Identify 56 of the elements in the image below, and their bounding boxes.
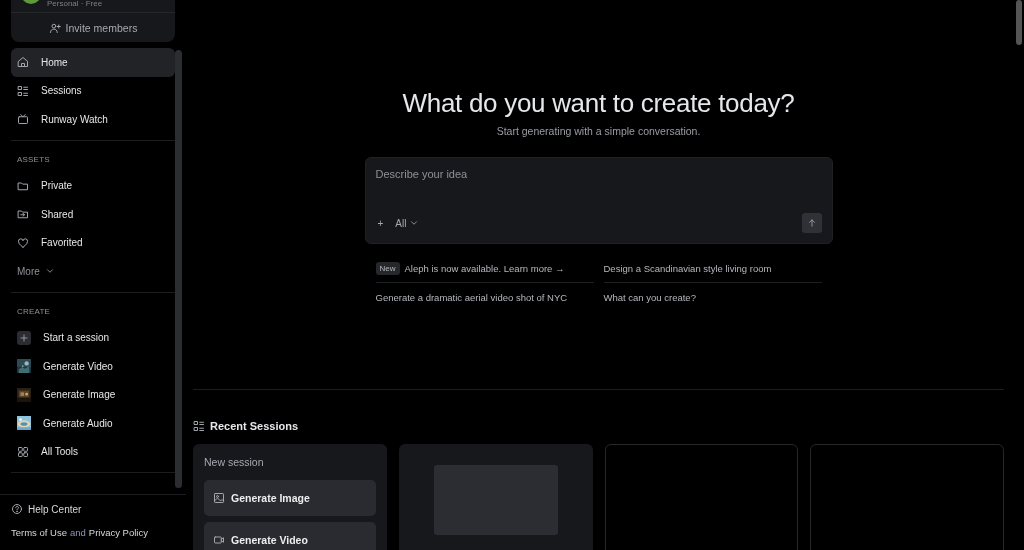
conjunction-text: and xyxy=(69,527,86,538)
help-icon xyxy=(11,503,23,515)
add-button[interactable]: + xyxy=(375,217,386,229)
filter-dropdown[interactable]: All xyxy=(393,217,422,229)
prompt-field[interactable]: Describe your idea xyxy=(375,158,822,207)
page-title: What do you want to create today? xyxy=(402,88,795,119)
generate-button[interactable]: Generate Video xyxy=(204,522,376,550)
plus-icon xyxy=(19,332,29,343)
session-card[interactable] xyxy=(810,444,1004,550)
privacy-link[interactable]: Privacy Policy xyxy=(88,527,148,538)
tv-icon xyxy=(17,113,29,126)
plan-label: Personal · Free xyxy=(47,0,103,8)
sidebar-item[interactable]: Generate Image xyxy=(11,380,175,409)
scrollbar-thumb[interactable] xyxy=(175,50,182,488)
new-badge: New xyxy=(375,261,400,275)
generate-button[interactable]: Generate Image xyxy=(204,480,376,516)
sidebar-item[interactable]: Start a session xyxy=(11,323,175,352)
sidebar-item[interactable]: Home xyxy=(11,48,175,77)
suggestion-link[interactable]: Aleph is now available. Learn more → xyxy=(404,262,565,274)
section-heading: CREATE xyxy=(16,305,52,318)
sidebar-item[interactable]: Shared xyxy=(11,200,175,229)
session-card[interactable] xyxy=(604,444,799,550)
section-title: Recent Sessions xyxy=(210,420,299,432)
scrollbar-thumb[interactable] xyxy=(1016,0,1022,45)
folder-share-icon xyxy=(17,208,29,221)
list-icon xyxy=(193,420,205,432)
image-icon xyxy=(213,492,225,504)
video-camera-icon xyxy=(213,534,225,546)
section-heading: ASSETS xyxy=(16,153,51,166)
sidebar-item[interactable]: Private xyxy=(11,171,175,200)
home-icon xyxy=(17,56,29,69)
help-center-link[interactable]: Help Center xyxy=(11,503,186,515)
folder-icon xyxy=(17,179,29,192)
sidebar-item[interactable]: Runway Watch xyxy=(11,105,175,134)
sidebar-item[interactable]: Favorited xyxy=(11,228,175,257)
sessions-icon xyxy=(17,84,29,97)
sidebar-item[interactable]: Generate Audio xyxy=(11,409,175,438)
terms-link[interactable]: Terms of Use xyxy=(11,527,67,538)
card-title: New session xyxy=(204,456,265,468)
send-button[interactable] xyxy=(801,213,822,233)
add-user-icon xyxy=(48,21,61,34)
sidebar-item[interactable]: Sessions xyxy=(11,76,175,105)
suggestion-link[interactable]: Generate a dramatic aerial video shot of NYC xyxy=(375,291,568,303)
invite-members-button[interactable]: Invite members xyxy=(11,12,175,42)
session-card[interactable] xyxy=(398,444,593,550)
grid-icon xyxy=(17,445,29,458)
sidebar-item[interactable]: Generate Video xyxy=(11,352,175,381)
more-toggle[interactable]: More xyxy=(11,257,175,286)
subtitle: Start generating with a simple conversation. xyxy=(496,125,701,137)
suggestion-link[interactable]: What can you create? xyxy=(603,291,696,303)
sidebar-item[interactable]: All Tools xyxy=(11,437,175,466)
arrow-up-icon xyxy=(806,218,817,228)
prompt-box[interactable]: Describe your idea + All xyxy=(364,157,833,244)
heart-icon xyxy=(17,236,29,249)
chevron-down-icon xyxy=(409,218,420,228)
suggestion-link[interactable]: Design a Scandinavian style living room xyxy=(603,262,772,274)
